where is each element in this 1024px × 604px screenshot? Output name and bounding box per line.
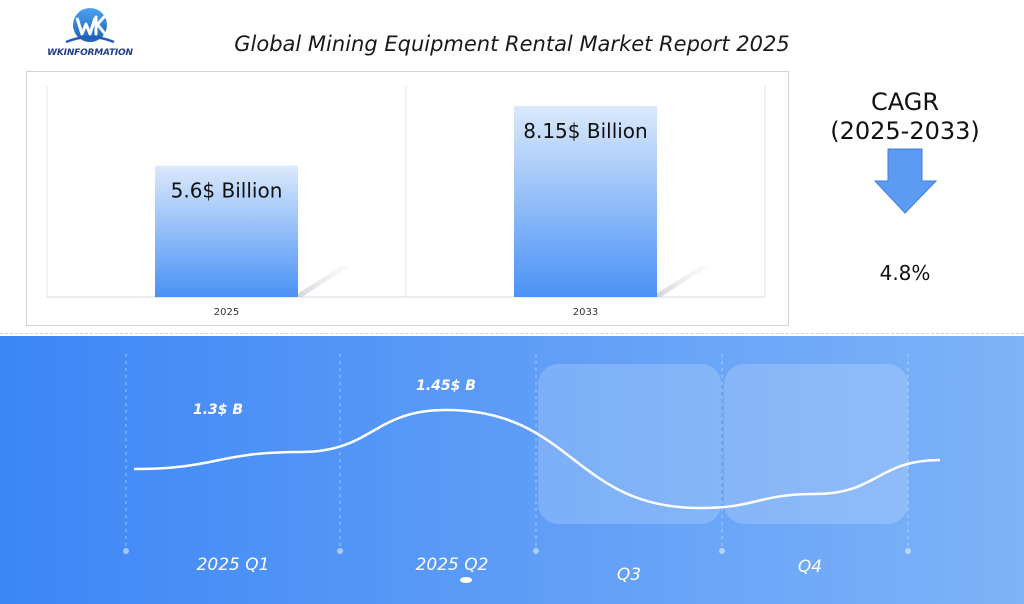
- page-title: Global Mining Equipment Rental Market Re…: [234, 32, 790, 56]
- q3-highlight-panel: [538, 364, 721, 524]
- cagr-label: CAGR (2025-2033): [820, 88, 990, 146]
- bar-value-label: 8.15$ Billion: [523, 119, 647, 143]
- separator-dot: [719, 548, 725, 554]
- bar-shadow: [651, 266, 709, 297]
- quarterly-band: 1.3$ B 1.45$ B 2025 Q1 2025 Q2 Q3 Q4: [0, 336, 1024, 604]
- quarter-value-label: 1.3$ B: [193, 402, 243, 418]
- separator-dot: [533, 548, 539, 554]
- bar-chart: 5.6$ Billion 2025 8.15$ Billion 2033: [46, 86, 766, 318]
- cagr-label-line1: CAGR: [870, 88, 940, 116]
- quarter-label: Q3: [617, 565, 641, 585]
- x-tick-label: 2025: [214, 307, 239, 318]
- bar-chart-panel: 5.6$ Billion 2025 8.15$ Billion 2033: [26, 71, 789, 326]
- down-arrow-icon: [873, 148, 938, 214]
- separator-dot: [337, 548, 343, 554]
- bar-shadow: [292, 266, 350, 297]
- separator-dot: [905, 548, 911, 554]
- quarterly-line-chart: 1.3$ B 1.45$ B 2025 Q1 2025 Q2 Q3 Q4: [123, 354, 941, 585]
- quarter-value-label: 1.45$ B: [416, 378, 476, 394]
- quarter-label: 2025 Q2: [416, 555, 489, 575]
- cagr-value: 4.8%: [879, 261, 931, 285]
- quarter-label: 2025 Q1: [197, 555, 270, 575]
- separator-dot: [123, 548, 129, 554]
- x-tick-label: 2033: [573, 307, 598, 318]
- active-marker-dot: [460, 577, 472, 583]
- bar-value-label: 5.6$ Billion: [171, 179, 283, 203]
- quarter-label: Q4: [798, 557, 822, 577]
- section-divider: [0, 333, 1024, 335]
- q4-highlight-panel: [724, 364, 908, 524]
- cagr-label-line2: (2025-2033): [830, 117, 980, 145]
